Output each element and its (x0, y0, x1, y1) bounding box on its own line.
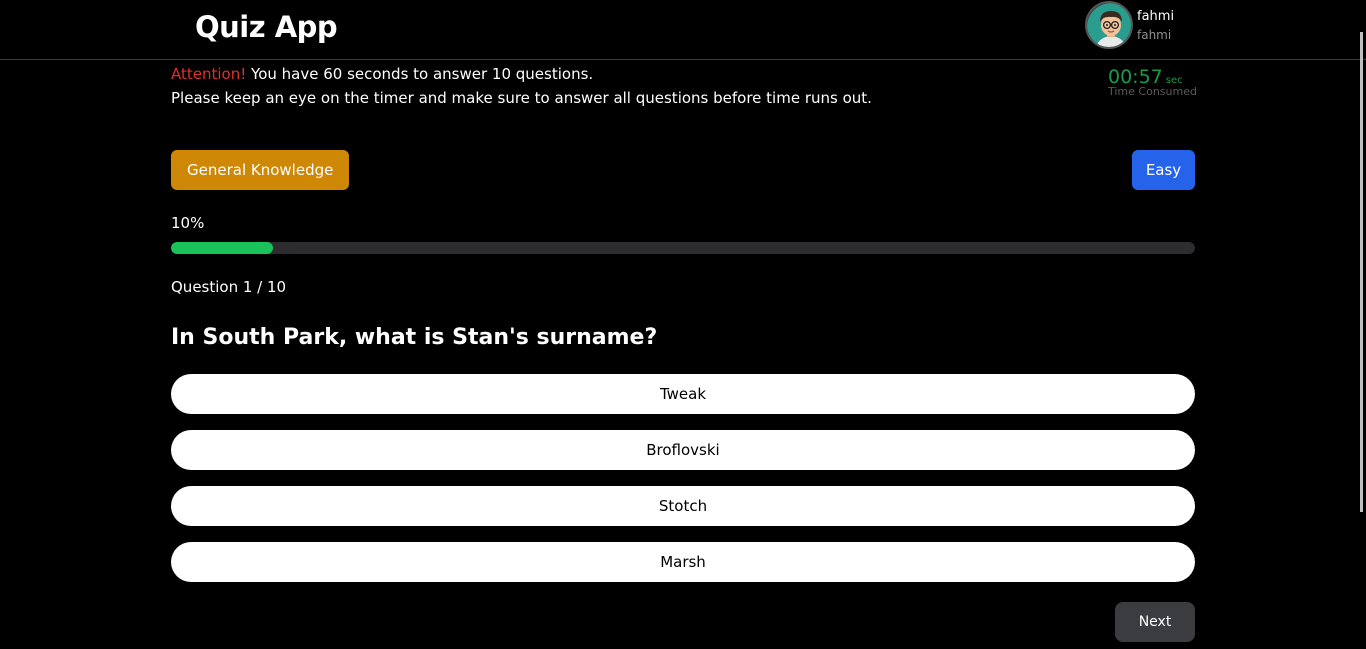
notice-line-1: Attention! You have 60 seconds to answer… (171, 62, 872, 86)
notice-line-1-text: You have 60 seconds to answer 10 questio… (246, 65, 594, 83)
avatar-cartoon-glasses-icon (1087, 3, 1131, 47)
next-button[interactable]: Next (1115, 602, 1195, 642)
attention-notice: Attention! You have 60 seconds to answer… (171, 62, 872, 110)
question-counter: Question 1 / 10 (171, 278, 287, 296)
app-header: Quiz App fahmi fahmi (0, 0, 1366, 60)
progress-bar-fill (171, 242, 274, 254)
avatar[interactable] (1085, 1, 1133, 49)
difficulty-badge: Easy (1132, 150, 1195, 190)
answer-options: Tweak Broflovski Stotch Marsh (171, 374, 1195, 598)
timer-label: Time Consumed (1108, 85, 1197, 98)
answer-option[interactable]: Broflovski (171, 430, 1195, 470)
category-badge: General Knowledge (171, 150, 350, 190)
page-scrollbar[interactable] (1360, 32, 1363, 512)
user-handle: fahmi (1137, 28, 1172, 42)
answer-option[interactable]: Stotch (171, 486, 1195, 526)
attention-label: Attention! (171, 65, 247, 83)
answer-option[interactable]: Tweak (171, 374, 1195, 414)
app-title: Quiz App (195, 10, 338, 44)
progress-percent: 10% (171, 214, 205, 232)
question-text: In South Park, what is Stan's surname? (171, 325, 658, 350)
timer: 00:57 sec Time Consumed (1108, 66, 1208, 98)
notice-line-2: Please keep an eye on the timer and make… (171, 89, 872, 107)
progress-bar (171, 242, 1195, 254)
user-name: fahmi (1137, 9, 1175, 24)
answer-option[interactable]: Marsh (171, 542, 1195, 582)
